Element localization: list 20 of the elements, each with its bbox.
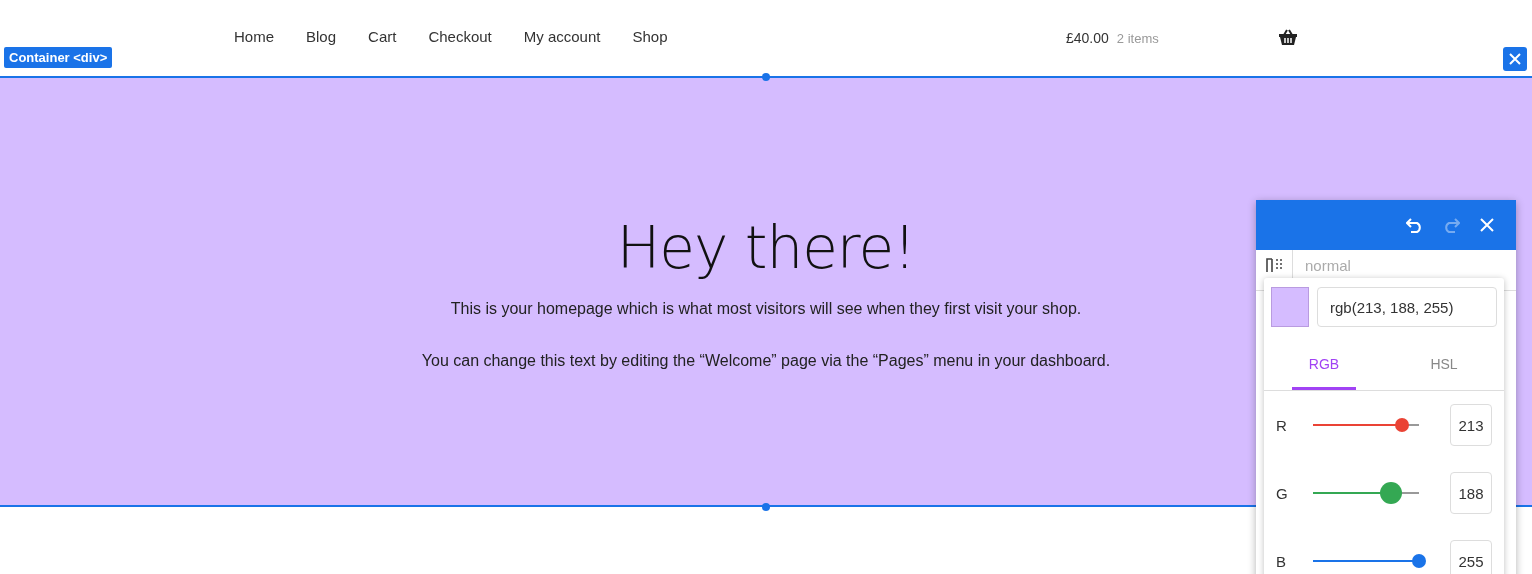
element-label[interactable]: Container <div> bbox=[4, 47, 113, 68]
channel-label: B bbox=[1276, 552, 1287, 570]
mode-tab[interactable]: RGB bbox=[1292, 340, 1356, 390]
hero-title: Hey there! bbox=[616, 214, 916, 282]
nav-link[interactable]: Checkout bbox=[428, 28, 492, 45]
channel-value-field[interactable]: 188 bbox=[1450, 472, 1492, 514]
nav-link[interactable]: Blog bbox=[306, 28, 337, 45]
channel-value-field[interactable]: 255 bbox=[1450, 540, 1492, 574]
nav-link[interactable]: Cart bbox=[368, 28, 397, 45]
hero-text: This is your homepage which is what most visitors will see when they first visit your shop. bbox=[450, 300, 1082, 318]
channel-label: G bbox=[1276, 484, 1289, 502]
channel-value-field[interactable]: 213 bbox=[1450, 404, 1492, 446]
nav-link[interactable]: My account bbox=[523, 28, 601, 45]
mode-tab[interactable]: HSL bbox=[1412, 340, 1476, 390]
nav-link[interactable]: Home bbox=[234, 28, 274, 45]
cart-total[interactable]: £40.00 bbox=[1066, 30, 1109, 46]
nav-link[interactable]: Shop bbox=[632, 28, 668, 45]
channel-label: R bbox=[1276, 416, 1288, 434]
hero-text: You can change this text by editing the “Welcome” page via the “Pages” menu in your dashboard. bbox=[421, 352, 1111, 370]
color-value-field[interactable]: rgb(213, 188, 255) bbox=[1317, 287, 1497, 327]
